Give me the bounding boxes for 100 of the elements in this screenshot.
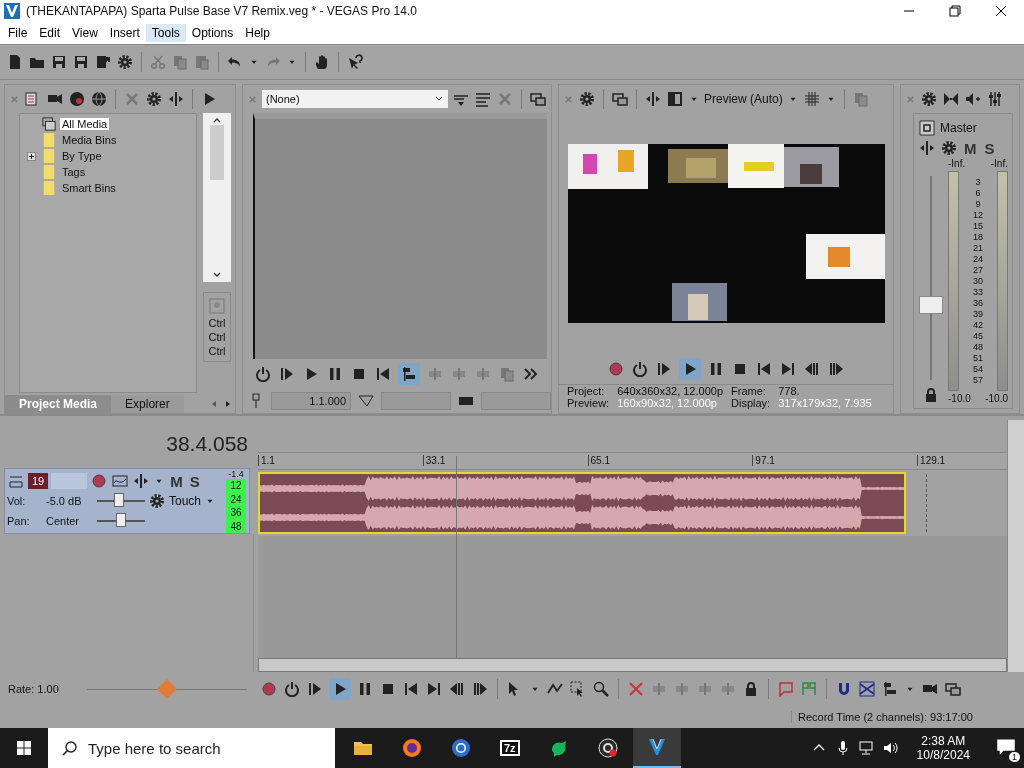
bus-name: Master: [940, 121, 977, 135]
gear-icon[interactable]: [148, 492, 166, 510]
app-icon[interactable]: [646, 737, 667, 757]
record-arm-icon[interactable]: [90, 472, 109, 490]
split-icon[interactable]: [644, 90, 662, 108]
save-icon[interactable]: [50, 53, 68, 71]
skip-end-icon[interactable]: [425, 680, 443, 698]
list-icon[interactable]: [474, 90, 492, 108]
time-field[interactable]: [381, 392, 451, 410]
help-icon[interactable]: [346, 53, 364, 71]
gear-icon[interactable]: [920, 90, 938, 108]
skip-start-icon[interactable]: [374, 365, 392, 383]
meter-scale-label: 30: [972, 276, 984, 286]
gear-icon[interactable]: [145, 90, 163, 108]
skip-start-icon[interactable]: [402, 680, 420, 698]
menu-item[interactable]: Help: [239, 24, 276, 42]
speaker-icon[interactable]: [882, 740, 899, 756]
level-reading: -10.0: [985, 393, 1008, 404]
skip-start-icon[interactable]: [755, 360, 773, 378]
window-title: (THEKANTAPAPA) Sparta Pulse Base V7 Remix.veg * - VEGAS Pro 14.0: [26, 4, 417, 18]
split-icon[interactable]: [918, 139, 936, 157]
gear-icon[interactable]: [940, 139, 958, 157]
monitor-icon[interactable]: [611, 90, 629, 108]
record-icon[interactable]: [607, 360, 625, 378]
expand-icon[interactable]: [26, 151, 36, 161]
tree-item[interactable]: By Type: [60, 150, 104, 162]
loop-icon[interactable]: [283, 680, 301, 698]
clock-time[interactable]: 2:38 AM: [921, 734, 966, 748]
group-icon[interactable]: [881, 680, 899, 698]
compare-icon[interactable]: [666, 90, 684, 108]
tree-item[interactable]: All Media: [60, 118, 110, 130]
play-icon[interactable]: [329, 678, 351, 700]
meter-scale-label: 57: [972, 375, 984, 385]
recorder-icon[interactable]: [597, 738, 618, 758]
network-icon[interactable]: [858, 740, 875, 756]
marker-icon[interactable]: [777, 680, 795, 698]
vertical-scrollbar[interactable]: [1007, 420, 1024, 672]
solo-button[interactable]: S: [982, 139, 997, 157]
disc-icon[interactable]: [68, 90, 86, 108]
cursor-time: 38.4.058: [166, 432, 248, 456]
play-icon[interactable]: [679, 358, 701, 380]
volume-handle[interactable]: [113, 493, 124, 507]
source-dropdown[interactable]: (None): [262, 90, 448, 108]
search-field[interactable]: Type here to search: [48, 728, 335, 768]
browser-icon[interactable]: [402, 738, 422, 758]
time-field[interactable]: 1.1.000: [271, 392, 351, 410]
automation-mode[interactable]: Touch: [169, 494, 202, 508]
preview-quality-menu[interactable]: Preview (Auto): [704, 92, 783, 106]
record-icon[interactable]: [260, 680, 278, 698]
tree-item[interactable]: Tags: [60, 166, 88, 178]
menu-item[interactable]: File: [2, 24, 34, 42]
fader-handle[interactable]: [919, 295, 943, 314]
monitor-icon[interactable]: [529, 90, 547, 108]
pan-handle[interactable]: [116, 513, 126, 527]
time-field[interactable]: [481, 392, 551, 410]
menu-item[interactable]: Tools: [145, 24, 186, 42]
folder-icon: [42, 164, 56, 180]
render-icon[interactable]: [94, 53, 112, 71]
tree-item[interactable]: Smart Bins: [60, 182, 118, 194]
loop-icon[interactable]: [631, 360, 649, 378]
panel-tab[interactable]: Explorer: [111, 395, 184, 413]
time-ruler[interactable]: 1.1 33.1 65.1 97.1 129.1: [258, 453, 1007, 470]
gear-icon[interactable]: [116, 53, 134, 71]
gear-icon[interactable]: [578, 90, 596, 108]
globe-icon[interactable]: [90, 90, 108, 108]
scroll-thumb[interactable]: [210, 125, 224, 180]
frame-back-icon[interactable]: [803, 360, 821, 378]
mute-button[interactable]: M: [168, 472, 185, 490]
split-icon[interactable]: [167, 90, 185, 108]
track-header[interactable]: 19 M S Vol: -5.0 dB Touch Pan: Center -1.4 12 24 36 48: [4, 468, 250, 534]
menu-item[interactable]: Edit: [33, 24, 67, 42]
meter-scale-label: 48: [972, 342, 984, 352]
browser-icon[interactable]: [451, 738, 471, 758]
frame-forward-icon[interactable]: [827, 360, 845, 378]
fx-icon[interactable]: [111, 472, 130, 490]
clock-date[interactable]: 10/8/2024: [916, 748, 970, 762]
menu-item[interactable]: Options: [185, 24, 240, 42]
horizontal-scrollbar[interactable]: [258, 658, 1007, 672]
crossfade-icon[interactable]: [858, 680, 876, 698]
folder-icon: [42, 180, 56, 196]
archive-app-icon[interactable]: 7z: [500, 740, 520, 756]
loop-icon[interactable]: [254, 365, 272, 383]
save-icon[interactable]: [72, 53, 90, 71]
monitor-icon[interactable]: [944, 680, 962, 698]
bus-icon[interactable]: [918, 119, 936, 137]
mute-button[interactable]: M: [962, 139, 979, 157]
frame-back-icon[interactable]: [448, 680, 466, 698]
skip-end-icon[interactable]: [779, 360, 797, 378]
menu-item[interactable]: Insert: [103, 24, 146, 42]
scrollbar[interactable]: [203, 113, 231, 282]
sliders-icon[interactable]: [986, 90, 1004, 108]
bowtie-icon[interactable]: [942, 90, 960, 108]
frame-forward-icon[interactable]: [471, 680, 489, 698]
track-number: 19: [28, 473, 49, 489]
zoom-icon[interactable]: [592, 680, 610, 698]
menu-item[interactable]: View: [66, 24, 104, 42]
tree-item[interactable]: Media Bins: [60, 134, 119, 146]
solo-button[interactable]: S: [187, 472, 202, 490]
group-icon[interactable]: [398, 363, 420, 385]
grid-icon[interactable]: [802, 90, 821, 108]
